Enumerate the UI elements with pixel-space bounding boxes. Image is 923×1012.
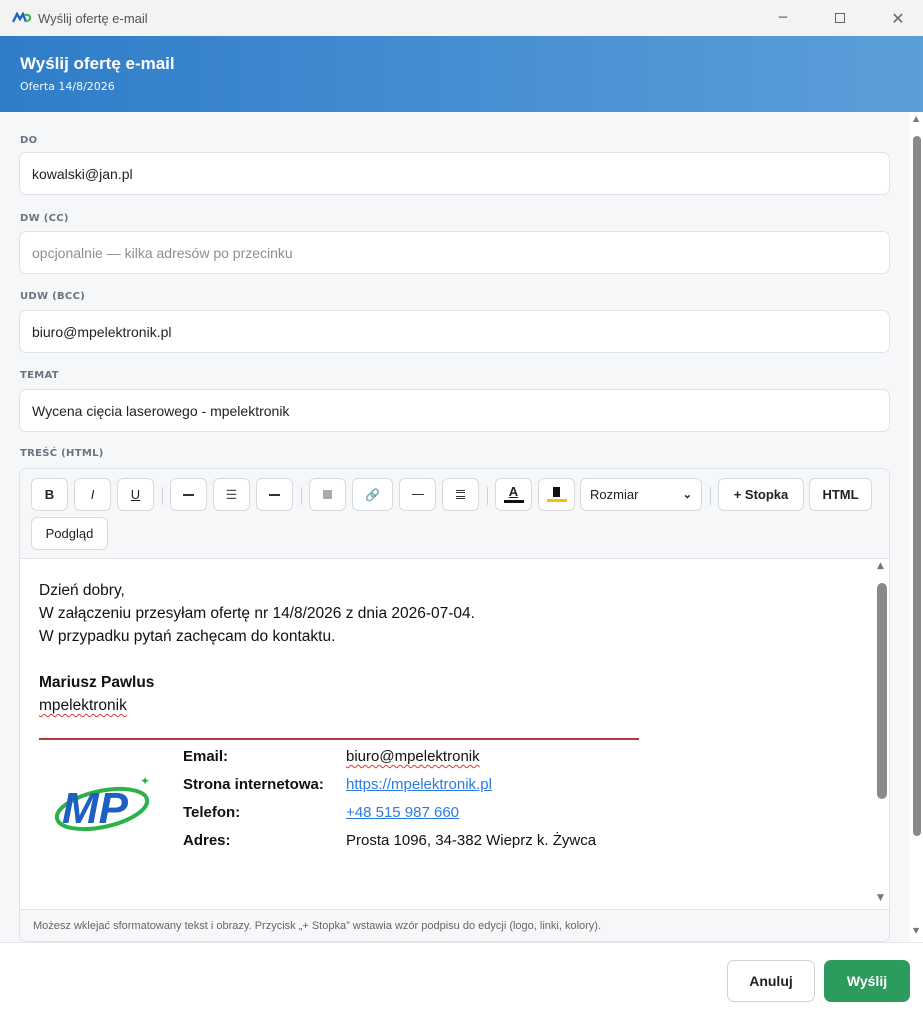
- bcc-label: UDW (BCC): [20, 291, 86, 302]
- image-icon: [323, 490, 332, 499]
- send-button[interactable]: Wyślij: [824, 960, 910, 1002]
- scroll-up-icon[interactable]: ▲: [877, 561, 884, 571]
- size-select[interactable]: Rozmiar ⌄: [580, 478, 702, 511]
- signature-email-value: biuro@mpelektronik: [346, 748, 480, 765]
- highlight-button[interactable]: [538, 478, 575, 511]
- insert-footer-button[interactable]: + Stopka: [718, 478, 804, 511]
- editor-scrollbar-thumb[interactable]: [877, 583, 887, 799]
- align-left-button[interactable]: [170, 478, 207, 511]
- scroll-up-icon[interactable]: ▲: [913, 114, 919, 123]
- signature-name: Mariusz Pawlus: [39, 674, 155, 691]
- italic-button[interactable]: I: [74, 478, 111, 511]
- subject-label: TEMAT: [20, 370, 59, 381]
- highlight-swatch: [546, 499, 567, 502]
- page-scrollbar[interactable]: ▲ ▼: [910, 112, 923, 942]
- cc-label: DW (CC): [20, 213, 69, 224]
- logo-text: MP: [62, 784, 129, 833]
- signature-company: mpelektronik: [39, 697, 127, 714]
- link-icon: 🔗: [365, 487, 380, 502]
- signature-divider: [39, 738, 639, 740]
- signature-website-link[interactable]: https://mpelektronik.pl: [346, 773, 492, 796]
- table-icon: [456, 490, 465, 499]
- to-field[interactable]: kowalski@jan.pl: [19, 152, 890, 195]
- toolbar-separator: [487, 487, 488, 505]
- maximize-button[interactable]: [817, 0, 863, 36]
- signature-phone-link[interactable]: +48 515 987 660: [346, 801, 459, 824]
- bcc-field[interactable]: biuro@mpelektronik.pl: [19, 310, 890, 353]
- dialog-title: Wyślij ofertę e-mail: [20, 54, 175, 73]
- minimize-icon: ─: [778, 10, 788, 26]
- toolbar-separator: [710, 487, 711, 505]
- align-right-button[interactable]: [256, 478, 293, 511]
- message-line: Dzień dobry,: [39, 582, 125, 599]
- editor-hint: Możesz wklejać sformatowany tekst i obra…: [20, 909, 889, 941]
- font-color-button[interactable]: A: [495, 478, 532, 511]
- subject-field[interactable]: Wycena cięcia laserowego - mpelektronik: [19, 389, 890, 432]
- window-titlebar: Wyślij ofertę e-mail ─ ✕: [0, 0, 923, 36]
- align-center-button[interactable]: ☰: [213, 478, 250, 511]
- editor-toolbar: B I U ☰ 🔗 A Rozmiar ⌄ + Stopka HTML Podg…: [20, 469, 889, 559]
- underline-button[interactable]: U: [117, 478, 154, 511]
- size-select-value: Rozmiar: [590, 487, 639, 502]
- cc-field[interactable]: opcjonalnie — kilka adresów po przecinku: [19, 231, 890, 274]
- font-color-swatch: [503, 500, 524, 503]
- link-button[interactable]: 🔗: [352, 478, 393, 511]
- dialog-header: Wyślij ofertę e-mail Oferta 14/8/2026: [0, 36, 923, 112]
- signature-website-label: Strona internetowa:: [183, 776, 324, 793]
- toolbar-separator: [162, 487, 163, 505]
- signature-email-label: Email:: [183, 748, 229, 765]
- scroll-down-icon[interactable]: ▼: [877, 893, 884, 903]
- chevron-down-icon: ⌄: [682, 489, 692, 501]
- signature-phone-label: Telefon:: [183, 804, 241, 821]
- form-area: DO kowalski@jan.pl DW (CC) opcjonalnie —…: [0, 112, 910, 942]
- page-scrollbar-thumb[interactable]: [913, 136, 921, 836]
- body-label: TREŚĆ (HTML): [20, 448, 104, 459]
- horizontal-rule-button[interactable]: [399, 478, 436, 511]
- editor-scrollbar[interactable]: ▲ ▼: [873, 559, 889, 909]
- window-title: Wyślij ofertę e-mail: [38, 10, 148, 26]
- close-icon: ✕: [891, 8, 905, 28]
- company-logo: MP ✦: [54, 774, 150, 833]
- scroll-down-icon[interactable]: ▼: [913, 926, 919, 935]
- signature-address-value: Prosta 1096, 34-382 Wieprz k. Żywca: [346, 832, 597, 849]
- html-mode-button[interactable]: HTML: [809, 478, 872, 511]
- font-color-icon: A: [508, 484, 519, 499]
- toolbar-separator: [301, 487, 302, 505]
- align-left-icon: [183, 493, 194, 496]
- logo-star-icon: ✦: [140, 774, 150, 788]
- to-label: DO: [20, 135, 38, 146]
- html-editor: B I U ☰ 🔗 A Rozmiar ⌄ + Stopka HTML Podg…: [19, 468, 890, 942]
- message-line: W załączeniu przesyłam ofertę nr 14/8/20…: [39, 605, 475, 622]
- message-line: W przypadku pytań zachęcam do kontaktu.: [39, 628, 336, 645]
- dialog-footer: Anuluj Wyślij: [0, 942, 923, 1012]
- table-button[interactable]: [442, 478, 479, 511]
- app-logo-icon: [12, 12, 32, 23]
- signature-address-label: Adres:: [183, 832, 231, 849]
- align-center-icon: ☰: [225, 486, 238, 502]
- preview-button[interactable]: Podgląd: [31, 517, 108, 550]
- highlight-icon: [553, 487, 560, 497]
- cancel-button[interactable]: Anuluj: [727, 960, 815, 1002]
- message-body[interactable]: Dzień dobry, W załączeniu przesyłam ofer…: [20, 559, 873, 909]
- maximize-icon: [835, 13, 845, 23]
- horizontal-rule-icon: [411, 494, 424, 495]
- dialog-subtitle: Oferta 14/8/2026: [20, 80, 115, 93]
- minimize-button[interactable]: ─: [760, 0, 806, 36]
- bold-button[interactable]: B: [31, 478, 68, 511]
- close-button[interactable]: ✕: [875, 0, 921, 36]
- align-right-icon: [269, 493, 280, 496]
- image-button[interactable]: [309, 478, 346, 511]
